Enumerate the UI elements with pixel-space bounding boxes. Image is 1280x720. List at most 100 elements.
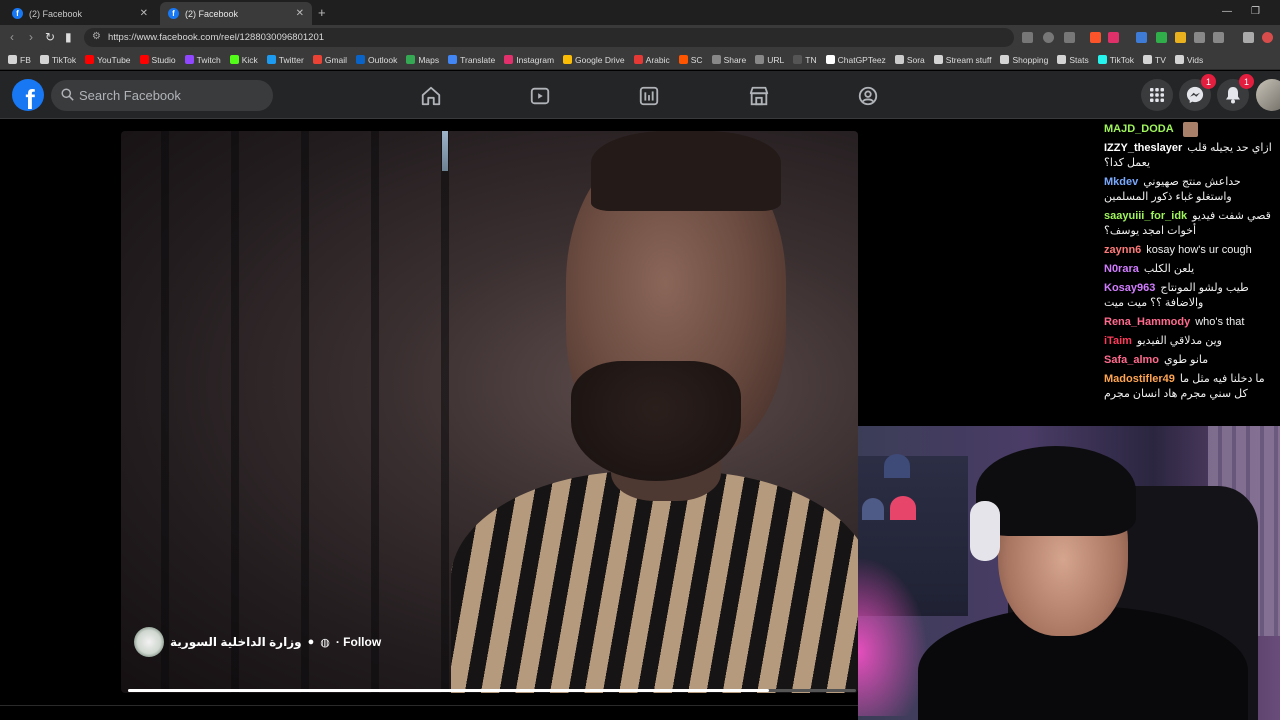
- reel-video[interactable]: وزارة الداخلية السورية ● ◍ · Follow: [121, 131, 858, 693]
- chat-username[interactable]: saayuiii_for_idk: [1104, 210, 1187, 222]
- chat-text: who's that: [1195, 316, 1245, 329]
- bookmark-arabic[interactable]: Arabic: [633, 55, 670, 65]
- notifications-button[interactable]: 1: [1217, 74, 1254, 111]
- home-icon[interactable]: [420, 85, 442, 107]
- kick-icon: [229, 55, 239, 64]
- bookmark-maps[interactable]: Maps: [406, 55, 439, 65]
- bookmarks-bar: FB TikTok YouTube Studio Twitch Kick Twitter Gm…: [0, 50, 1280, 70]
- site-info-icon[interactable]: ⚙: [92, 31, 101, 42]
- bookmark-share[interactable]: Share: [711, 54, 747, 65]
- maximize-icon[interactable]: ❐: [1251, 6, 1260, 17]
- bookmark-label: Sora: [906, 54, 925, 65]
- reel-progress-bar[interactable]: [128, 689, 856, 692]
- chat-username[interactable]: zaynn6: [1104, 244, 1141, 256]
- browser-tab[interactable]: f (2) Facebook ✕: [4, 2, 156, 25]
- tab-title: (2) Facebook: [29, 8, 83, 19]
- page-name[interactable]: وزارة الداخلية السورية: [170, 635, 302, 649]
- feeds-icon[interactable]: [638, 85, 660, 107]
- translate-icon: [448, 55, 458, 64]
- back-icon[interactable]: ‹: [10, 30, 14, 44]
- zoom-icon[interactable]: [1043, 32, 1054, 43]
- bookmark-label: TV: [1155, 54, 1166, 65]
- chat-username[interactable]: N0rara: [1104, 263, 1139, 275]
- cast-icon[interactable]: [1022, 32, 1033, 43]
- bookmark-icon[interactable]: ▮: [65, 30, 72, 44]
- forward-icon[interactable]: ›: [29, 30, 33, 44]
- bookmark-translate[interactable]: Translate: [448, 55, 495, 65]
- chat-username[interactable]: Kosay963: [1104, 282, 1155, 294]
- search-input[interactable]: Search Facebook: [51, 80, 273, 111]
- profile-icon[interactable]: [1262, 32, 1273, 43]
- sora-icon: [894, 55, 904, 64]
- bookmark-studio[interactable]: Studio: [139, 55, 176, 65]
- search-icon: [61, 88, 74, 101]
- youtube-icon: [85, 55, 95, 64]
- bookmark-label: Share: [723, 54, 747, 65]
- brave-rewards-icon[interactable]: [1108, 32, 1119, 43]
- account-avatar[interactable]: [1256, 79, 1280, 111]
- close-tab-icon[interactable]: ✕: [140, 8, 148, 19]
- messenger-button[interactable]: 1: [1179, 74, 1216, 111]
- bookmark-url[interactable]: URL: [755, 55, 784, 65]
- chat-username[interactable]: IZZY_theslayer: [1104, 142, 1182, 154]
- bell-icon: [1226, 87, 1240, 104]
- brave-shield-icon[interactable]: [1090, 32, 1101, 43]
- bookmark-tv[interactable]: TV: [1143, 55, 1166, 65]
- facebook-logo-icon[interactable]: f: [12, 79, 44, 111]
- bookmark-tiktok[interactable]: TikTok: [1097, 55, 1134, 65]
- chat-username[interactable]: Safa_almo: [1104, 354, 1159, 366]
- bookmark-instagram[interactable]: Instagram: [504, 55, 554, 65]
- reload-icon[interactable]: ↻: [45, 30, 55, 44]
- groups-icon[interactable]: [857, 85, 879, 107]
- bookmark-stats[interactable]: Stats: [1057, 55, 1089, 65]
- chat-username[interactable]: MAJD_DODA: [1104, 123, 1174, 135]
- video-icon[interactable]: [529, 85, 551, 107]
- bookmark-vids[interactable]: Vids: [1174, 54, 1204, 65]
- bookmark-tiktok[interactable]: TikTok: [39, 55, 76, 65]
- minimize-icon[interactable]: —: [1222, 6, 1232, 17]
- folder-icon: [39, 55, 49, 64]
- new-tab-button[interactable]: +: [318, 5, 326, 20]
- bookmark-sc[interactable]: SC: [678, 55, 703, 65]
- bookmark-outlook[interactable]: Outlook: [356, 55, 397, 65]
- sidebar-icon[interactable]: [1213, 32, 1224, 43]
- extension-icon[interactable]: [1156, 32, 1167, 43]
- media-icon[interactable]: [1243, 32, 1254, 43]
- chat-username[interactable]: Mkdev: [1104, 176, 1138, 188]
- bookmark-chatgpteez[interactable]: ChatGPTeez: [825, 55, 886, 65]
- extensions-puzzle-icon[interactable]: [1194, 32, 1205, 43]
- bookmark-sora[interactable]: Sora: [894, 54, 925, 65]
- bookmark-google-drive[interactable]: Google Drive: [563, 55, 625, 65]
- bookmark-tn[interactable]: TN: [793, 54, 817, 65]
- bookmark-fb[interactable]: FB: [8, 55, 31, 65]
- chat-message: Rena_Hammody who's that: [1100, 313, 1278, 332]
- menu-grid-button[interactable]: [1141, 79, 1173, 111]
- chat-username[interactable]: iTaim: [1104, 335, 1132, 347]
- extension-icon[interactable]: [1175, 32, 1186, 43]
- address-bar[interactable]: ⚙ https://www.facebook.com/reel/12880300…: [84, 28, 1014, 47]
- drive-icon: [563, 55, 573, 64]
- chat-username[interactable]: Madostifler49: [1104, 373, 1175, 385]
- bookmark-twitter[interactable]: Twitter: [266, 55, 304, 65]
- stream-chat: MAJD_DODA IZZY_theslayer ازاي حد يجيله قلب…: [1100, 120, 1278, 425]
- marketplace-icon[interactable]: [748, 85, 770, 107]
- follow-button[interactable]: · Follow: [336, 635, 381, 649]
- bookmark-label: Translate: [460, 54, 496, 65]
- bookmark-shopping[interactable]: Shopping: [1000, 55, 1048, 65]
- bookmark-twitch[interactable]: Twitch: [184, 55, 221, 65]
- share-icon: [711, 55, 721, 64]
- share-page-icon[interactable]: [1064, 32, 1075, 43]
- extension-icon[interactable]: [1136, 32, 1147, 43]
- twitch-icon: [184, 55, 194, 64]
- bookmark-youtube[interactable]: YouTube: [85, 55, 131, 65]
- page-logo-icon[interactable]: [134, 627, 164, 657]
- bookmark-gmail[interactable]: Gmail: [312, 55, 347, 65]
- bookmark-stream-stuff[interactable]: Stream stuff: [933, 55, 991, 65]
- chat-message: Mkdev حداعش منتج صهيوني واستغلو غباء ذكور…: [1100, 173, 1278, 207]
- browser-tab-active[interactable]: f (2) Facebook ✕: [160, 2, 312, 25]
- bookmark-label: TN: [805, 54, 817, 65]
- bookmark-label: Vids: [1186, 54, 1204, 65]
- bookmark-kick[interactable]: Kick: [229, 55, 258, 65]
- chat-username[interactable]: Rena_Hammody: [1104, 316, 1190, 328]
- close-tab-icon[interactable]: ✕: [296, 8, 304, 19]
